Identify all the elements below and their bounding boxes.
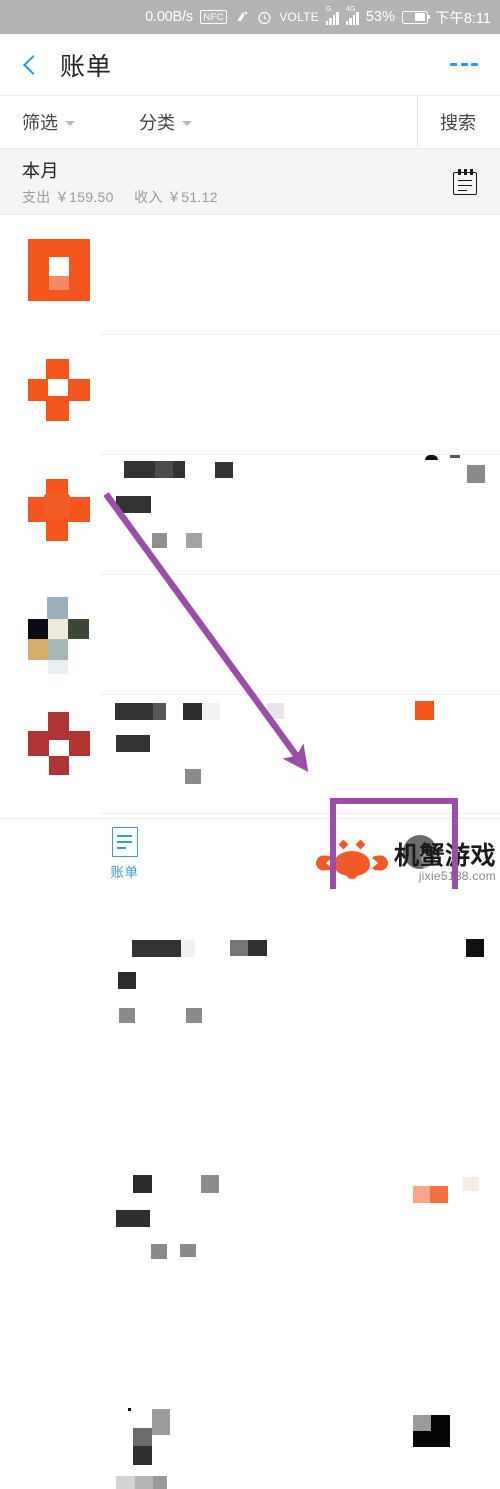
redacted-title <box>133 1175 152 1193</box>
battery-percent-label: 53% <box>365 9 395 25</box>
table-row[interactable] <box>0 335 500 784</box>
chevron-left-icon[interactable] <box>20 52 42 78</box>
category-icon-orange-square <box>28 239 90 301</box>
summary-amounts: 支出 ￥159.50 收入 ￥51.12 <box>22 187 218 207</box>
redacted-title <box>152 1409 170 1435</box>
more-horizontal-icon[interactable] <box>450 62 478 67</box>
data-saver-icon <box>234 9 250 25</box>
pie-chart-icon <box>402 835 437 869</box>
filter-dropdown-label: 筛选 <box>22 113 58 133</box>
redacted-meta-2 <box>135 1476 153 1489</box>
redacted-subtitle <box>116 1210 150 1227</box>
battery-icon <box>401 10 431 24</box>
redacted-amount-3 <box>413 1431 450 1447</box>
redacted-meta-3 <box>153 1476 167 1489</box>
table-row[interactable] <box>0 215 500 548</box>
table-row[interactable] <box>0 455 500 1023</box>
category-dropdown[interactable]: 分类 <box>139 109 192 135</box>
redacted-title-3 <box>133 1446 152 1465</box>
expense-amount: ￥159.50 <box>54 188 114 205</box>
redacted-amount-3 <box>463 1177 479 1191</box>
category-icon-mixed <box>28 597 90 674</box>
transaction-list[interactable] <box>0 215 500 1489</box>
status-bar: 0.00B/s NFC VOLTE G 4G 53% 下午8:11 <box>0 0 500 34</box>
redacted-amount <box>413 1186 430 1203</box>
category-icon-orange-cross-2 <box>28 479 90 541</box>
income-label: 收入 <box>134 188 163 205</box>
signal-icon-sim2: 4G <box>345 6 359 25</box>
signal-sim2-label: 4G <box>345 5 356 13</box>
tab-bill-label: 账单 <box>110 865 139 880</box>
bottom-nav: 账单 <box>0 818 500 889</box>
app-header: 账单 <box>0 34 500 95</box>
redacted-title <box>132 940 181 957</box>
category-dropdown-label: 分类 <box>139 113 175 133</box>
bill-icon <box>111 827 138 857</box>
redacted-amount <box>466 939 484 957</box>
filter-dropdown[interactable]: 筛选 <box>22 109 75 135</box>
summary-bar: 本月 支出 ￥159.50 收入 ￥51.12 <box>0 149 500 215</box>
redacted-meta-1 <box>116 1476 135 1489</box>
search-button-label: 搜索 <box>440 113 476 133</box>
signal-icon-sim1: G <box>325 6 339 25</box>
expense-label: 支出 <box>22 188 51 205</box>
redacted-subtitle <box>118 972 136 989</box>
redacted-dot <box>128 1408 131 1411</box>
row-divider <box>100 813 500 814</box>
income-amount: ￥51.12 <box>166 188 218 205</box>
clipboard-icon[interactable] <box>452 168 478 196</box>
tab-bill[interactable]: 账单 <box>62 827 187 881</box>
chevron-down-icon <box>65 121 75 126</box>
category-icon-dark-red-cross <box>28 712 90 775</box>
summary-text-group: 本月 支出 ￥159.50 收入 ￥51.12 <box>22 157 218 207</box>
redacted-title-2 <box>181 940 195 957</box>
redacted-tag <box>230 940 248 956</box>
filter-bar: 筛选 分类 搜索 <box>0 96 500 148</box>
volte-indicator: VOLTE <box>279 10 319 24</box>
status-clock: 下午8:11 <box>434 10 491 27</box>
search-button[interactable]: 搜索 <box>417 96 500 148</box>
table-row[interactable] <box>0 575 500 1259</box>
redacted-meta-1 <box>119 1008 135 1023</box>
redacted-amount-2 <box>431 1415 450 1431</box>
table-row[interactable] <box>0 695 500 1489</box>
summary-period-label: 本月 <box>22 160 59 181</box>
redacted-tag-2 <box>248 940 267 956</box>
redacted-amount <box>413 1415 431 1431</box>
redacted-title-2 <box>133 1428 152 1446</box>
redacted-tag <box>201 1175 219 1193</box>
chevron-down-icon <box>182 121 192 126</box>
redacted-meta-2 <box>180 1244 196 1257</box>
nfc-icon: NFC <box>199 10 228 24</box>
network-speed: 0.00B/s <box>145 9 193 25</box>
category-icon-orange-cross <box>28 359 90 421</box>
alarm-clock-icon <box>257 10 272 25</box>
redacted-amount-2 <box>430 1186 448 1203</box>
redacted-meta-2 <box>186 1008 202 1023</box>
page-title: 账单 <box>60 52 113 81</box>
signal-sim1-label: G <box>325 5 332 13</box>
redacted-meta-1 <box>151 1244 167 1259</box>
tab-statistics[interactable] <box>357 835 482 873</box>
